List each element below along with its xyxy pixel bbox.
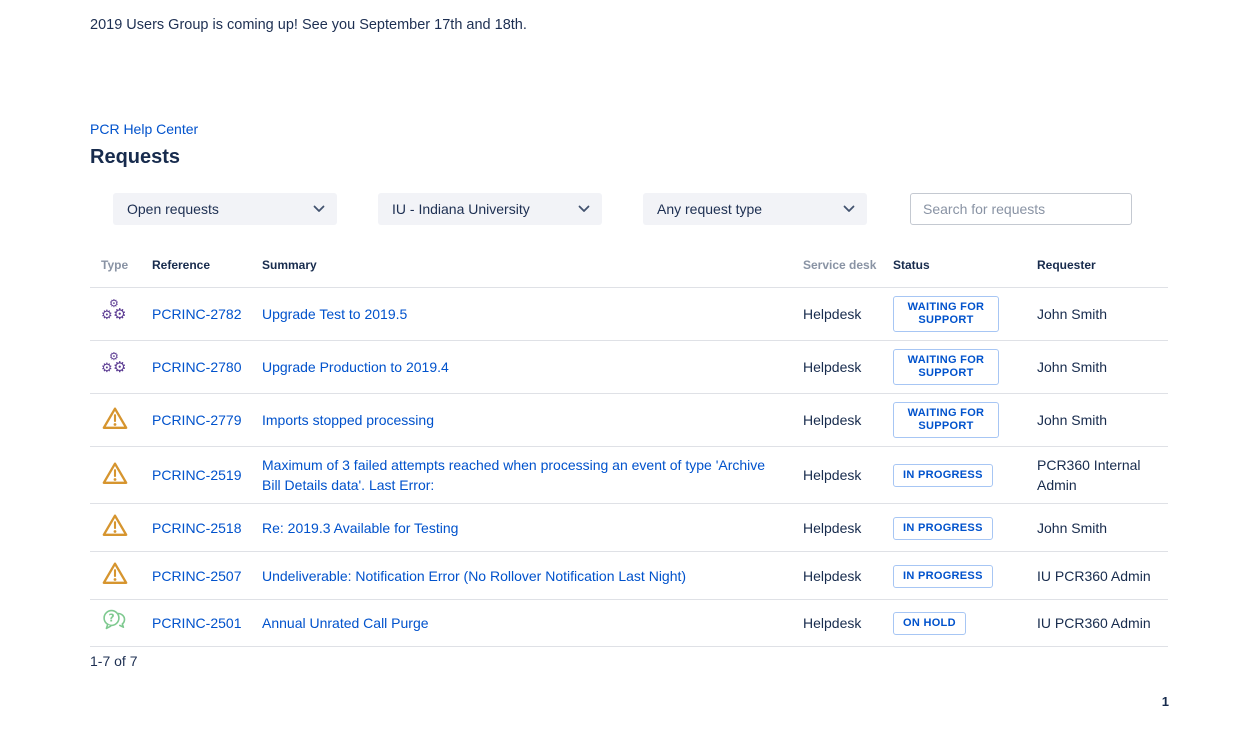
results-count: 1-7 of 7 — [90, 653, 1168, 669]
service-desk-cell: Helpdesk — [803, 394, 893, 447]
table-row: PCRINC-2519 Maximum of 3 failed attempts… — [90, 447, 1168, 504]
warning-icon — [101, 460, 129, 486]
requester-cell: IU PCR360 Admin — [1037, 600, 1168, 647]
gears-icon: ⚙⚙⚙ — [101, 298, 131, 326]
warning-icon — [101, 405, 129, 431]
request-type-filter-value: Any request type — [657, 201, 762, 217]
request-reference-link[interactable]: PCRINC-2519 — [152, 467, 241, 483]
warning-icon — [101, 512, 129, 538]
table-row: PCRINC-2507 Undeliverable: Notification … — [90, 552, 1168, 600]
service-desk-cell: Helpdesk — [803, 288, 893, 341]
request-summary-link[interactable]: Maximum of 3 failed attempts reached whe… — [262, 457, 765, 493]
status-badge: WAITING FOR SUPPORT — [893, 296, 999, 332]
filters-bar: Open requests IU - Indiana University An… — [113, 193, 1168, 225]
request-type-filter[interactable]: Any request type — [643, 193, 867, 225]
search-input[interactable] — [910, 193, 1132, 225]
svg-text:?: ? — [108, 612, 114, 624]
service-desk-cell: Helpdesk — [803, 600, 893, 647]
table-header-row: Type Reference Summary Service desk Stat… — [90, 257, 1168, 288]
request-status-filter[interactable]: Open requests — [113, 193, 337, 225]
organization-filter-value: IU - Indiana University — [392, 201, 530, 217]
request-reference-link[interactable]: PCRINC-2779 — [152, 412, 241, 428]
requester-cell: John Smith — [1037, 288, 1168, 341]
question-icon: ? — [101, 608, 131, 633]
status-badge: IN PROGRESS — [893, 464, 993, 487]
requests-table: Type Reference Summary Service desk Stat… — [90, 257, 1168, 647]
requester-cell: IU PCR360 Admin — [1037, 552, 1168, 600]
request-reference-link[interactable]: PCRINC-2507 — [152, 568, 241, 584]
requester-cell: John Smith — [1037, 341, 1168, 394]
table-row: PCRINC-2779 Imports stopped processing H… — [90, 394, 1168, 447]
table-row: ⚙⚙⚙ PCRINC-2780 Upgrade Production to 20… — [90, 341, 1168, 394]
request-reference-link[interactable]: PCRINC-2501 — [152, 615, 241, 631]
status-badge: IN PROGRESS — [893, 565, 993, 588]
chevron-down-icon — [578, 205, 590, 213]
status-badge: IN PROGRESS — [893, 517, 993, 540]
column-header-summary: Summary — [262, 257, 803, 288]
request-summary-link[interactable]: Upgrade Production to 2019.4 — [262, 359, 449, 375]
request-summary-link[interactable]: Undeliverable: Notification Error (No Ro… — [262, 568, 686, 584]
column-header-type: Type — [90, 257, 152, 288]
requester-cell: John Smith — [1037, 504, 1168, 552]
request-status-filter-value: Open requests — [127, 201, 219, 217]
request-reference-link[interactable]: PCRINC-2780 — [152, 359, 241, 375]
table-row: ⚙⚙⚙ PCRINC-2782 Upgrade Test to 2019.5 H… — [90, 288, 1168, 341]
column-header-requester: Requester — [1037, 257, 1168, 288]
breadcrumb-link-help-center[interactable]: PCR Help Center — [90, 121, 198, 137]
requester-cell: PCR360 Internal Admin — [1037, 447, 1168, 504]
organization-filter[interactable]: IU - Indiana University — [378, 193, 602, 225]
request-reference-link[interactable]: PCRINC-2518 — [152, 520, 241, 536]
chevron-down-icon — [313, 205, 325, 213]
request-reference-link[interactable]: PCRINC-2782 — [152, 306, 241, 322]
page-title: Requests — [90, 146, 1168, 169]
chevron-down-icon — [843, 205, 855, 213]
requester-cell: John Smith — [1037, 394, 1168, 447]
table-row: PCRINC-2518 Re: 2019.3 Available for Tes… — [90, 504, 1168, 552]
help-center-requests-page: 2019 Users Group is coming up! See you S… — [0, 0, 1255, 738]
request-summary-link[interactable]: Annual Unrated Call Purge — [262, 615, 429, 631]
announcement-banner: 2019 Users Group is coming up! See you S… — [90, 17, 527, 33]
pagination-page-1[interactable]: 1 — [1162, 694, 1169, 709]
status-badge: WAITING FOR SUPPORT — [893, 349, 999, 385]
request-summary-link[interactable]: Upgrade Test to 2019.5 — [262, 306, 407, 322]
column-header-status: Status — [893, 257, 1037, 288]
request-summary-link[interactable]: Re: 2019.3 Available for Testing — [262, 520, 458, 536]
status-badge: WAITING FOR SUPPORT — [893, 402, 999, 438]
service-desk-cell: Helpdesk — [803, 504, 893, 552]
warning-icon — [101, 560, 129, 586]
table-row: ? PCRINC-2501 Annual Unrated Call Purge … — [90, 600, 1168, 647]
status-badge: ON HOLD — [893, 612, 966, 635]
service-desk-cell: Helpdesk — [803, 341, 893, 394]
main-content: PCR Help Center Requests Open requests I… — [90, 121, 1168, 669]
breadcrumb: PCR Help Center — [90, 121, 1168, 139]
column-header-service-desk: Service desk — [803, 257, 893, 288]
service-desk-cell: Helpdesk — [803, 552, 893, 600]
service-desk-cell: Helpdesk — [803, 447, 893, 504]
request-summary-link[interactable]: Imports stopped processing — [262, 412, 434, 428]
column-header-reference: Reference — [152, 257, 262, 288]
gears-icon: ⚙⚙⚙ — [101, 351, 131, 379]
